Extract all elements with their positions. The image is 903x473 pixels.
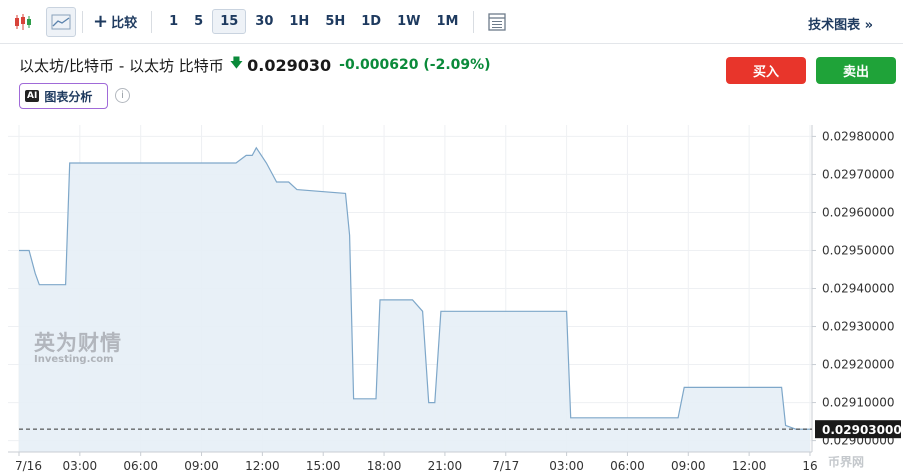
- y-tick-label: 0.02960000: [822, 205, 895, 219]
- tech-chart-link[interactable]: 技术图表 »: [808, 14, 873, 33]
- x-tick-label: 12:00: [245, 459, 280, 473]
- toolbar-divider: [473, 10, 475, 33]
- corner-watermark: 币界网: [828, 455, 865, 469]
- y-tick-label: 0.02970000: [822, 167, 895, 181]
- plus-icon: +: [93, 10, 109, 32]
- sell-button[interactable]: 卖出: [816, 57, 896, 84]
- interval-selector: 1 5 15 30 1H 5H 1D 1W 1M: [162, 9, 467, 34]
- chart-toolbar: + 比较 1 5 15 30 1H 5H 1D 1W 1M 技术图表 »: [0, 0, 903, 44]
- chart-widget: + 比较 1 5 15 30 1H 5H 1D 1W 1M 技术图表 » 以太坊/比特币 - 以…: [0, 0, 903, 473]
- investing-watermark-logo: 英为财情 Investing.com: [34, 333, 122, 365]
- price-change: -0.000620 (-2.09%): [339, 57, 491, 73]
- data-table-icon[interactable]: [482, 7, 512, 37]
- x-tick-label: 15:00: [306, 459, 341, 473]
- x-tick-label: 09:00: [671, 459, 706, 473]
- buy-button[interactable]: 买入: [726, 57, 806, 84]
- watermark-en: Investing.com: [34, 354, 114, 365]
- x-tick-label: 06:00: [123, 459, 158, 473]
- x-tick-label: 7/16: [15, 459, 42, 473]
- x-tick-label: 16: [802, 459, 817, 473]
- y-tick-label: 0.02930000: [822, 320, 895, 334]
- y-tick-label: 0.02910000: [822, 396, 895, 410]
- interval-button-1[interactable]: 1: [162, 10, 185, 33]
- interval-button-1m[interactable]: 1M: [430, 10, 466, 33]
- interval-button-15[interactable]: 15: [212, 9, 247, 34]
- interval-button-5h[interactable]: 5H: [318, 10, 352, 33]
- interval-button-5[interactable]: 5: [187, 10, 210, 33]
- interval-button-1d[interactable]: 1D: [354, 10, 388, 33]
- pair-title: 以太坊/比特币 - 以太坊 比特币: [19, 56, 224, 75]
- current-price-label: 0.02903000: [822, 423, 902, 437]
- ai-chart-analysis-button[interactable]: AI 图表分析: [19, 83, 108, 109]
- quote-header: 以太坊/比特币 - 以太坊 比特币 🡇 0.029030 -0.000620 (…: [19, 54, 491, 76]
- area-chart-icon[interactable]: [46, 6, 76, 37]
- x-tick-label: 12:00: [732, 459, 767, 473]
- watermark-cn: 英为财情: [34, 331, 122, 355]
- price-chart[interactable]: 0.02980000 0.02970000 0.02960000 0.02950000…: [0, 125, 903, 473]
- last-price: 0.029030: [247, 55, 332, 75]
- info-icon[interactable]: i: [115, 88, 130, 103]
- toolbar-divider: [151, 10, 153, 33]
- toolbar-divider: [82, 10, 83, 33]
- x-tick-label: 06:00: [610, 459, 645, 473]
- compare-label: 比较: [111, 16, 138, 31]
- y-tick-label: 0.02920000: [822, 358, 895, 372]
- x-tick-label: 03:00: [63, 459, 98, 473]
- compare-button[interactable]: + 比较: [89, 12, 145, 31]
- x-tick-label: 21:00: [428, 459, 463, 473]
- price-area-fill: [19, 147, 810, 453]
- interval-button-30[interactable]: 30: [248, 10, 280, 33]
- candlestick-chart-icon[interactable]: [8, 7, 38, 37]
- interval-button-1w[interactable]: 1W: [390, 10, 427, 33]
- x-tick-label: 09:00: [184, 459, 219, 473]
- down-arrow-icon: 🡇: [229, 56, 244, 71]
- y-tick-label: 0.02980000: [822, 129, 895, 143]
- x-tick-label: 03:00: [549, 459, 584, 473]
- ai-icon: AI: [25, 90, 40, 102]
- interval-button-1h[interactable]: 1H: [282, 10, 316, 33]
- y-tick-label: 0.02950000: [822, 243, 895, 257]
- ai-analysis-label: 图表分析: [44, 89, 93, 104]
- x-tick-label: 7/17: [492, 459, 519, 473]
- y-tick-label: 0.02940000: [822, 282, 895, 296]
- x-tick-label: 18:00: [367, 459, 402, 473]
